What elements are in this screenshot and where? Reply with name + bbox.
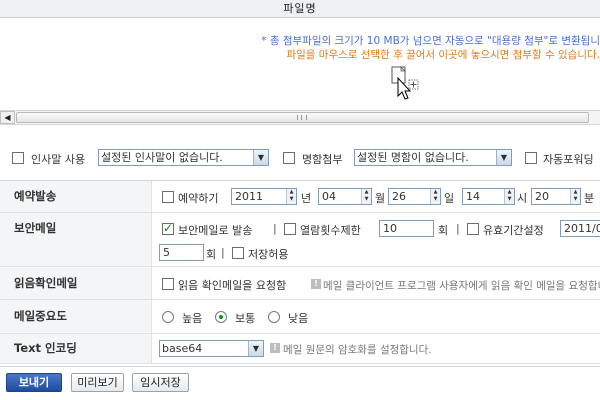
secure-mail-label: 보안메일 <box>0 213 152 266</box>
minute-stepper[interactable]: 20 ▲ ▼ <box>531 188 581 205</box>
greeting-label: 인사말 사용 <box>31 153 86 166</box>
auto-forward-checkbox[interactable] <box>525 152 537 164</box>
priority-high-radio[interactable] <box>162 311 174 323</box>
read-receipt-label: 읽음확인메일 <box>0 267 152 299</box>
year-value: 2011 <box>235 190 263 203</box>
info-icon: ! <box>270 343 280 353</box>
year-unit: 년 <box>301 192 312 205</box>
read-receipt-checkbox[interactable] <box>162 278 174 290</box>
read-receipt-row: 읽음확인메일 읽음 확인메일을 요청함 ! 메일 클라이언트 프로그램 사용자에… <box>0 267 600 300</box>
attachment-drag-notice: 파일을 마우스로 선택한 후 끌어서 이곳에 놓으시면 첨부할 수 있습니다. <box>286 49 600 61</box>
separator: | <box>221 246 225 259</box>
priority-low-radio[interactable] <box>268 311 280 323</box>
chevron-down-icon: ▼ <box>248 341 263 356</box>
priority-label: 메일중요도 <box>0 300 152 333</box>
stepper-arrows-icon[interactable]: ▲ ▼ <box>504 189 514 204</box>
view-limit-checkbox[interactable] <box>284 223 296 235</box>
view-limit-input[interactable]: 10 <box>379 220 434 237</box>
business-card-label: 명함첨부 <box>302 153 343 166</box>
read-receipt-hint: 메일 클라이언트 프로그램 사용자에게 읽음 확인 메일을 요청합니다 <box>323 280 600 292</box>
reservation-check-label: 예약하기 <box>178 192 219 205</box>
allow-save-checkbox[interactable] <box>232 247 244 259</box>
month-unit: 월 <box>375 192 386 205</box>
business-card-checkbox[interactable] <box>283 152 295 164</box>
encoding-label: Text 인코딩 <box>0 334 152 363</box>
send-button[interactable]: 보내기 <box>6 373 62 392</box>
priority-row: 메일중요도 높음 보통 낮음 <box>0 300 600 334</box>
file-name-column-title: 파일명 <box>283 2 317 15</box>
stepper-arrows-icon[interactable]: ▲ ▼ <box>570 189 580 204</box>
reservation-checkbox[interactable] <box>162 191 174 203</box>
chevron-down-icon: ▼ <box>253 150 268 165</box>
minute-value: 20 <box>535 190 549 203</box>
chevron-down-icon: ▼ <box>496 150 511 165</box>
compose-footer: 보내기 미리보기 임시저장 <box>0 366 600 400</box>
encoding-select-value: base64 <box>162 342 203 355</box>
validity-period-checkbox[interactable] <box>467 223 479 235</box>
validity-count-input[interactable]: 5 <box>159 244 204 261</box>
month-stepper[interactable]: 04 ▲ ▼ <box>318 188 372 205</box>
attachment-horizontal-scrollbar[interactable]: ◀ <box>0 110 600 125</box>
separator: | <box>273 222 277 235</box>
priority-low-label: 낮음 <box>288 312 309 325</box>
encoding-hint: 메일 원문의 암호화를 설정합니다. <box>283 344 432 356</box>
encoding-row: Text 인코딩 base64 ▼ ! 메일 원문의 암호화를 설정합니다. <box>0 334 600 364</box>
priority-high-label: 높음 <box>182 312 203 325</box>
priority-normal-radio[interactable] <box>215 311 227 323</box>
month-value: 04 <box>322 190 336 203</box>
scroll-left-arrow-icon[interactable]: ◀ <box>0 111 15 124</box>
priority-normal-label: 보통 <box>235 312 256 325</box>
hour-stepper[interactable]: 14 ▲ ▼ <box>462 188 515 205</box>
business-card-select[interactable]: 설정된 명함이 없습니다. ▼ <box>354 149 512 166</box>
scrollbar-grip-icon <box>297 115 307 120</box>
stepper-arrows-icon[interactable]: ▲ ▼ <box>430 189 440 204</box>
greeting-select[interactable]: 설정된 인사말이 없습니다. ▼ <box>98 149 269 166</box>
year-stepper[interactable]: 2011 ▲ ▼ <box>231 188 297 205</box>
separator: | <box>456 222 460 235</box>
reservation-row: 예약발송 예약하기 2011 ▲ ▼ 년 04 ▲ ▼ 월 26 ▲ ▼ 일 14 ▲ ▼ 시 … <box>0 181 600 213</box>
view-limit-unit: 회 <box>438 224 449 237</box>
compose-options-bar: 인사말 사용 설정된 인사말이 없습니다. ▼ 명함첨부 설정된 명함이 없습니… <box>0 135 600 181</box>
validity-count-unit: 회 <box>206 248 217 261</box>
attachment-size-notice: * 총 첨부파일의 크기가 10 MB가 넘으면 자동으로 "대용량 첨부"로 … <box>261 35 600 47</box>
secure-send-checkbox[interactable] <box>162 221 174 235</box>
greeting-checkbox[interactable] <box>12 152 24 164</box>
secure-send-label: 보안메일로 발송 <box>178 224 253 237</box>
greeting-select-value: 설정된 인사말이 없습니다. <box>101 151 223 164</box>
validity-period-label: 유효기간설정 <box>483 224 544 237</box>
encoding-select[interactable]: base64 ▼ <box>159 340 264 357</box>
day-stepper[interactable]: 26 ▲ ▼ <box>388 188 441 205</box>
read-receipt-check-label: 읽음 확인메일을 요청함 <box>178 279 287 292</box>
business-card-select-value: 설정된 명함이 없습니다. <box>357 151 469 164</box>
day-value: 26 <box>392 190 406 203</box>
validity-date-input[interactable]: 2011/05 <box>560 220 600 237</box>
drag-file-cursor-icon <box>390 66 420 100</box>
secure-mail-row: 보안메일 보안메일로 발송 | 열람횟수제한 10 회 | 유효기간설정 201… <box>0 213 600 267</box>
scrollbar-thumb[interactable] <box>16 112 589 123</box>
stepper-arrows-icon[interactable]: ▲ ▼ <box>286 189 296 204</box>
reservation-label: 예약발송 <box>0 181 152 212</box>
allow-save-label: 저장허용 <box>248 248 289 261</box>
attachment-header: 파일명 <box>0 0 600 18</box>
hour-value: 14 <box>466 190 480 203</box>
stepper-arrows-icon[interactable]: ▲ ▼ <box>361 189 371 204</box>
hour-unit: 시 <box>517 192 528 205</box>
auto-forward-label: 자동포워딩 <box>543 153 594 166</box>
view-limit-label: 열람횟수제한 <box>300 224 361 237</box>
info-icon: ! <box>311 279 321 289</box>
preview-button[interactable]: 미리보기 <box>71 373 124 392</box>
save-draft-button[interactable]: 임시저장 <box>132 373 189 392</box>
day-unit: 일 <box>444 192 455 205</box>
minute-unit: 분 <box>584 192 595 205</box>
